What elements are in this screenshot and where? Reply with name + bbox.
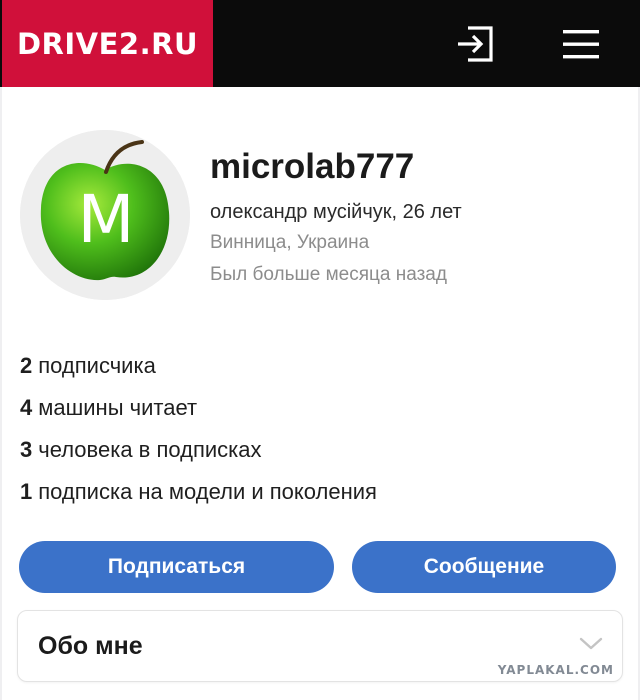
stat-model-subscriptions[interactable]: 1 подписка на модели и поколения [20,479,377,505]
stat-count: 3 [20,437,33,462]
yaplakal-watermark: YAPLAKAL.COM [497,663,614,677]
stat-label: подписчика [38,353,156,378]
stat-label: подписка на модели и поколения [38,479,377,504]
stat-count: 1 [20,479,33,504]
stat-cars-reading[interactable]: 4 машины читает [20,395,197,421]
last-seen: Был больше месяца назад [210,264,447,285]
username: microlab777 [210,147,415,186]
stat-count: 4 [20,395,33,420]
drive2-logo[interactable]: DRIVE2.RU [2,0,213,87]
stat-label: машины читает [38,395,198,420]
stat-label: человека в подписках [38,437,262,462]
location: Винница, Украина [210,232,370,253]
chevron-down-icon[interactable] [578,635,604,658]
avatar-letter: M [78,181,135,258]
top-bar: DRIVE2.RU [0,0,640,87]
hamburger-menu-icon[interactable] [560,24,602,64]
stat-count: 2 [20,353,33,378]
message-button[interactable]: Сообщение [352,541,616,593]
subscribe-button[interactable]: Подписаться [19,541,334,593]
profile-card: M microlab777 олександр мусійчук, 26 лет… [2,87,638,700]
full-name: олександр мусійчук, 26 лет [210,201,462,223]
about-me-title: Обо мне [38,632,143,660]
stat-following[interactable]: 3 человека в подписках [20,437,262,463]
avatar[interactable]: M [20,130,190,300]
login-icon[interactable] [455,24,497,64]
stat-followers[interactable]: 2 подписчика [20,353,156,379]
